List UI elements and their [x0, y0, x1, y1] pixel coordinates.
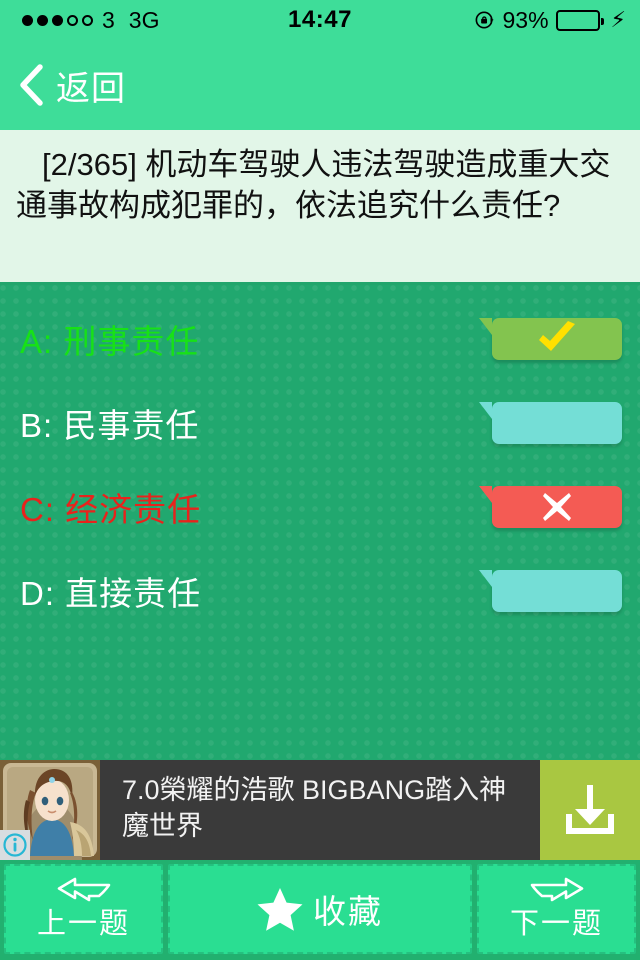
arrow-right-icon	[528, 876, 586, 902]
download-icon	[561, 781, 619, 839]
answer-options-list: A: 刑事责任 B: 民事责任 C: 经济责任 D: 直接责任	[0, 285, 640, 760]
battery-icon	[555, 9, 604, 31]
next-question-button[interactable]: 下一题	[477, 864, 636, 954]
app-icon-anime-character	[0, 760, 100, 860]
info-icon[interactable]	[0, 830, 30, 860]
chevron-left-icon	[18, 64, 56, 106]
option-label-b: B: 民事责任	[20, 407, 200, 444]
option-badge-c[interactable]	[479, 486, 622, 528]
previous-question-button[interactable]: 上一题	[4, 864, 163, 954]
option-row-b[interactable]: B: 民事责任	[0, 381, 640, 465]
option-label-d: D: 直接责任	[20, 575, 202, 612]
star-icon	[257, 887, 303, 931]
quiz-app-screen: 3 3G 14:47 93% ⚡ 返回 [2/365] 机动车驾驶人违法驾驶造成…	[0, 0, 640, 960]
option-badge-b[interactable]	[479, 402, 622, 444]
ad-banner[interactable]: 7.0榮耀的浩歌 BIGBANG踏入神魔世界	[0, 760, 640, 860]
next-question-label: 下一题	[509, 908, 603, 940]
favorite-button[interactable]: 收藏	[168, 864, 472, 954]
ad-title: 7.0榮耀的浩歌 BIGBANG踏入神魔世界	[122, 775, 507, 842]
bottom-toolbar: 上一题 收藏 下一题	[0, 860, 640, 960]
favorite-label: 收藏	[313, 893, 383, 930]
question-text: [2/365] 机动车驾驶人违法驾驶造成重大交通事故构成犯罪的，依法追究什么责任…	[0, 130, 640, 285]
arrow-left-icon	[55, 876, 113, 902]
back-button[interactable]: 返回	[0, 40, 640, 130]
option-badge-d[interactable]	[479, 570, 622, 612]
option-label-c: C: 经济责任	[20, 491, 202, 528]
previous-question-label: 上一题	[36, 908, 130, 940]
status-bar: 3 3G 14:47 93% ⚡	[0, 0, 640, 40]
option-row-d[interactable]: D: 直接责任	[0, 549, 640, 633]
check-icon	[534, 319, 580, 359]
back-button-label: 返回	[56, 69, 126, 108]
cross-icon	[540, 490, 574, 524]
option-row-c[interactable]: C: 经济责任	[0, 465, 640, 549]
option-label-a: A: 刑事责任	[20, 323, 200, 360]
option-badge-a[interactable]	[479, 318, 622, 360]
option-row-a[interactable]: A: 刑事责任	[0, 297, 640, 381]
ad-download-button[interactable]	[540, 760, 640, 860]
clock-label: 14:47	[288, 6, 352, 33]
